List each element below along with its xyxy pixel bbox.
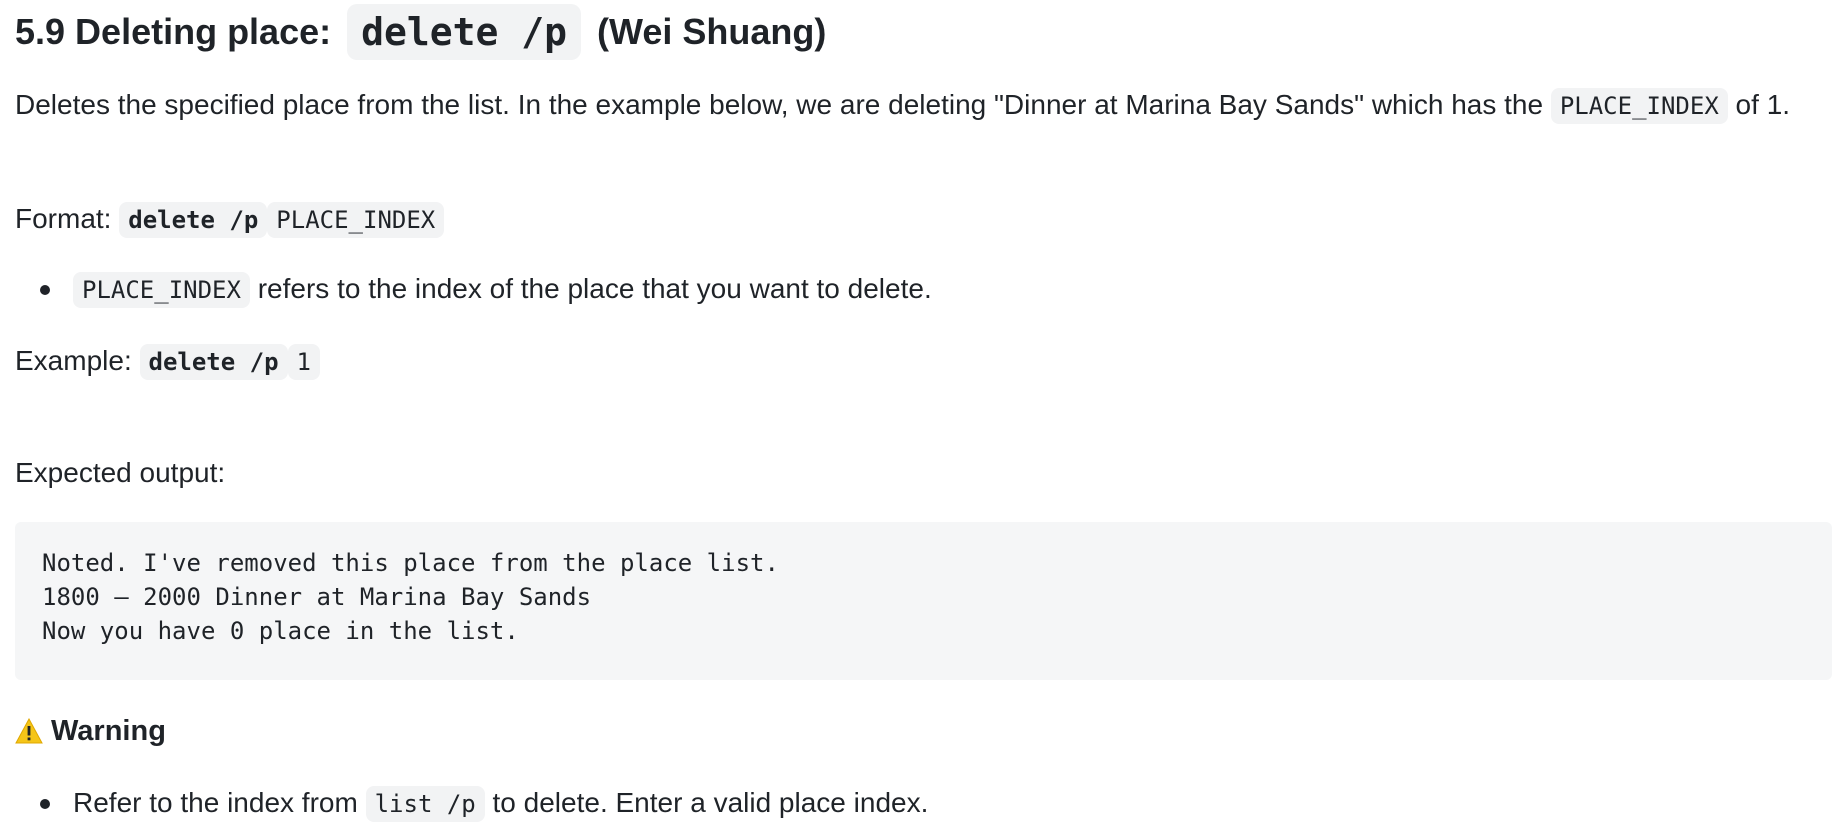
warning-title: Warning: [51, 715, 166, 747]
format-param-code: PLACE_INDEX: [267, 202, 445, 238]
bullet-dot: [40, 285, 50, 295]
intro-text-after: of 1.: [1727, 89, 1791, 120]
expected-output-pre: Noted. I've removed this place from the …: [42, 546, 779, 648]
example-command-code: delete /p: [139, 344, 288, 380]
warning-text-before: Refer to the index from: [73, 787, 358, 818]
expected-output-block: Noted. I've removed this place from the …: [15, 522, 1832, 680]
warning-text-after: to delete. Enter a valid place index.: [492, 787, 929, 818]
intro-paragraph: Deletes the specified place from the lis…: [15, 84, 1832, 127]
output-line-1: Noted. I've removed this place from the …: [42, 549, 779, 577]
warning-list-command-code: list /p: [365, 786, 485, 822]
example-label: Example:: [15, 345, 132, 376]
param-note-text: refers to the index of the place that yo…: [257, 273, 932, 304]
output-line-2: 1800 – 2000 Dinner at Marina Bay Sands: [42, 583, 592, 611]
heading-prefix: 5.9 Deleting place:: [15, 11, 332, 52]
format-label: Format:: [15, 203, 112, 234]
warning-heading: Warning: [15, 711, 166, 751]
intro-param-code: PLACE_INDEX: [1550, 88, 1728, 124]
output-line-3: Now you have 0 place in the list.: [42, 617, 519, 645]
example-line: Example: delete /p 1: [15, 340, 320, 383]
section-heading: 5.9 Deleting place: delete /p (Wei Shuan…: [15, 2, 826, 62]
param-note-content: PLACE_INDEX refers to the index of the p…: [73, 268, 932, 311]
expected-output-label: Expected output:: [15, 457, 226, 488]
heading-author: (Wei Shuang): [597, 11, 827, 52]
format-command-code: delete /p: [119, 202, 268, 238]
warning-item-content: Refer to the index from list /p to delet…: [73, 782, 928, 825]
heading-command-code: delete /p: [347, 4, 582, 61]
format-line: Format: delete /p PLACE_INDEX: [15, 198, 445, 241]
bullet-dot: [40, 799, 50, 809]
warning-icon: [15, 717, 43, 744]
param-note-code: PLACE_INDEX: [73, 272, 250, 308]
example-param-code: 1: [287, 344, 320, 380]
intro-text-before: Deletes the specified place from the lis…: [15, 89, 1551, 120]
